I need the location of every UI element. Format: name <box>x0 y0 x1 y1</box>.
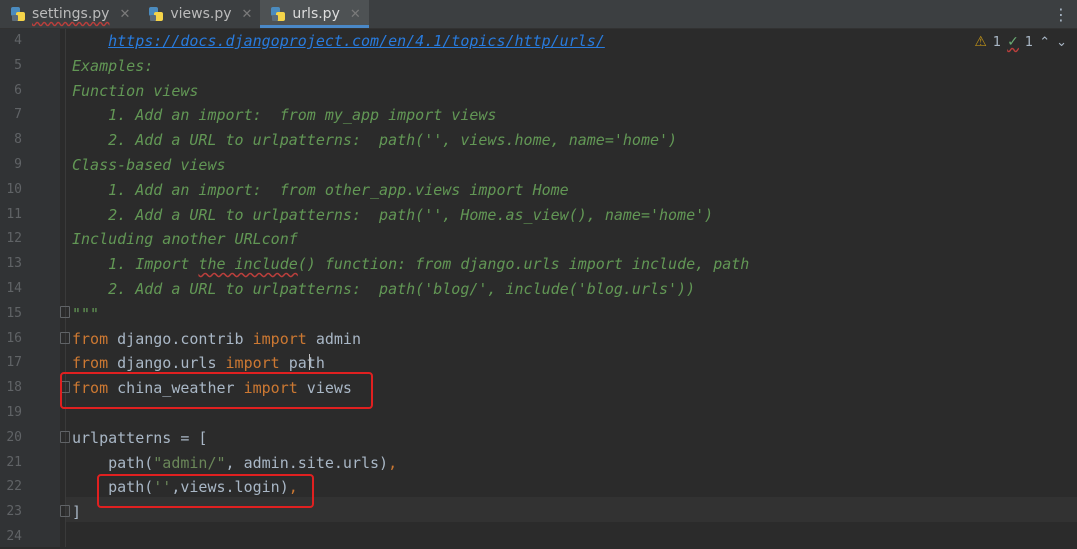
text-cursor <box>309 354 310 370</box>
line-number: 14 <box>6 281 22 296</box>
line-number: 4 <box>14 33 22 48</box>
tab-label: settings.py <box>32 6 110 22</box>
code-token: Examples: <box>72 56 154 75</box>
highlight-box-path <box>97 474 314 508</box>
line-number: 18 <box>6 380 22 396</box>
code-line[interactable]: 2. Add a URL to urlpatterns: path('', vi… <box>72 128 677 152</box>
line-number: 22 <box>6 479 22 495</box>
code-line[interactable]: 1. Add an import: from other_app.views i… <box>72 178 569 202</box>
typo-count: 1 <box>1024 34 1034 50</box>
fold-marker-icon[interactable] <box>60 306 70 318</box>
python-file-icon <box>270 6 286 22</box>
line-number: 10 <box>6 181 22 197</box>
code-token: path( <box>72 453 154 472</box>
line-number: 12 <box>6 231 22 247</box>
warning-icon: ⚠ <box>974 34 987 50</box>
line-number: 5 <box>14 57 22 73</box>
code-token: https://docs.djangoproject.com/en/4.1/to… <box>108 32 605 50</box>
code-token: from <box>72 354 109 373</box>
close-icon[interactable]: ✕ <box>119 7 130 22</box>
code-token: """ <box>72 304 100 323</box>
line-number: 20 <box>6 429 22 445</box>
line-number: 16 <box>6 330 22 346</box>
code-line[interactable]: 1. Add an import: from my_app import vie… <box>72 103 496 127</box>
code-token: "admin/" <box>153 453 226 472</box>
code-token: 1. Import <box>72 255 199 274</box>
chevron-up-icon[interactable]: ⌃ <box>1039 35 1050 50</box>
code-token: , <box>388 453 398 472</box>
line-number: 7 <box>14 107 22 123</box>
python-file-icon <box>148 6 164 22</box>
tab-settings-py[interactable]: settings.py ✕ <box>0 0 138 28</box>
close-icon[interactable]: ✕ <box>350 7 361 22</box>
warning-count: 1 <box>992 34 1002 50</box>
line-number: 19 <box>6 405 22 420</box>
more-options-icon[interactable]: ⋮ <box>1053 5 1069 24</box>
code-token: path <box>279 354 325 373</box>
code-line[interactable]: 2. Add a URL to urlpatterns: path('blog/… <box>72 277 695 301</box>
code-line[interactable]: 2. Add a URL to urlpatterns: path('', Ho… <box>72 203 713 227</box>
code-token: django.contrib <box>108 329 253 348</box>
line-number: 23 <box>6 504 22 520</box>
code-token: import <box>225 354 280 373</box>
code-token: Function views <box>72 81 199 100</box>
line-number: 15 <box>6 305 22 321</box>
tab-label: urls.py <box>292 6 340 22</box>
code-token: 1. Add an import: from other_app.views i… <box>72 180 569 199</box>
code-token: ] <box>72 503 82 522</box>
code-line[interactable]: https://docs.djangoproject.com/en/4.1/to… <box>72 29 605 53</box>
code-token: django.urls <box>108 354 226 373</box>
code-line[interactable]: Examples: <box>72 54 153 78</box>
line-number: 17 <box>6 355 22 371</box>
line-number: 9 <box>14 157 22 172</box>
code-token: 2. Add a URL to urlpatterns: path('', vi… <box>72 131 678 150</box>
line-number: 24 <box>6 529 22 544</box>
python-file-icon <box>10 6 26 22</box>
tab-urls-py[interactable]: urls.py ✕ <box>260 0 370 28</box>
code-token: urlpatterns = [ <box>72 428 208 447</box>
code-token: Including another URLconf <box>72 230 298 249</box>
code-line[interactable]: """ <box>72 302 99 326</box>
tab-label: views.py <box>170 6 232 22</box>
code-line[interactable]: Including another URLconf <box>72 227 298 251</box>
fold-marker-icon[interactable] <box>60 431 70 443</box>
highlight-box-import <box>60 372 373 409</box>
tab-views-py[interactable]: views.py ✕ <box>138 0 260 28</box>
code-token: , admin.site.urls) <box>225 453 389 472</box>
code-token: import <box>252 329 307 348</box>
code-token: 2. Add a URL to urlpatterns: path('', Ho… <box>72 205 714 224</box>
fold-marker-icon[interactable] <box>60 332 70 344</box>
code-line[interactable]: Class-based views <box>72 153 226 177</box>
code-token: 2. Add a URL to urlpatterns: path('blog/… <box>72 280 696 298</box>
code-line[interactable]: Function views <box>72 79 198 103</box>
code-token: from <box>72 329 109 348</box>
fold-marker-icon[interactable] <box>60 505 70 517</box>
gutter-separator <box>65 29 66 547</box>
line-number: 13 <box>6 256 22 272</box>
code-token: () function: from django.urls import inc… <box>297 255 750 274</box>
typo-check-icon: ✓ <box>1007 34 1019 50</box>
editor-tab-bar: settings.py ✕ views.py ✕ urls.py ✕ ⋮ <box>0 0 1077 29</box>
code-token: 1. Add an import: from my_app import vie… <box>72 106 497 125</box>
code-line[interactable]: urlpatterns = [ <box>72 426 207 450</box>
code-line[interactable]: path("admin/", admin.site.urls), <box>72 451 397 475</box>
inspection-widget[interactable]: ⚠ 1 ✓ 1 ⌃ ⌄ <box>974 34 1067 50</box>
code-line[interactable]: 1. Import the include() function: from d… <box>72 252 749 276</box>
chevron-down-icon[interactable]: ⌄ <box>1056 35 1067 50</box>
code-token: Class-based views <box>72 156 226 174</box>
code-line[interactable]: from django.contrib import admin <box>72 327 361 351</box>
line-number: 11 <box>6 206 22 222</box>
line-number: 6 <box>14 82 22 98</box>
line-number: 8 <box>14 132 22 148</box>
code-line[interactable]: ] <box>72 500 81 524</box>
line-number: 21 <box>6 454 22 470</box>
code-token: admin <box>306 329 361 348</box>
close-icon[interactable]: ✕ <box>242 7 253 22</box>
code-token: the include <box>198 255 298 274</box>
